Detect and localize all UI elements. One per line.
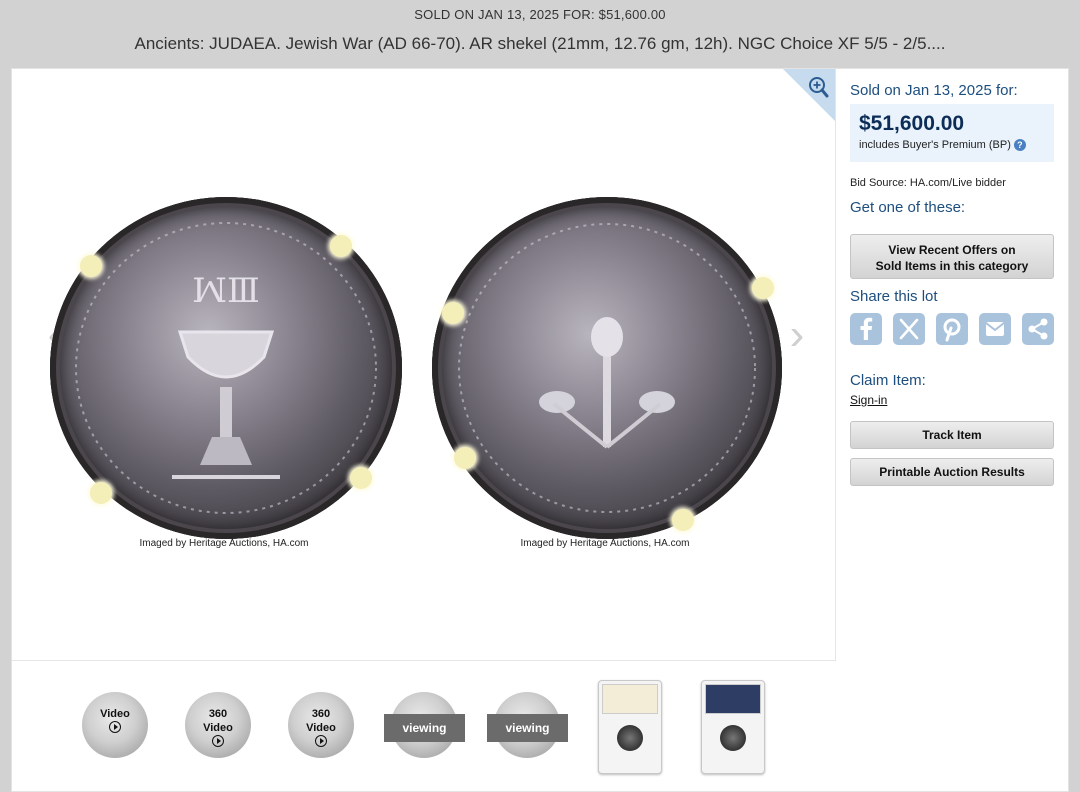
bid-source: Bid Source: HA.com/Live bidder: [850, 177, 1006, 189]
email-icon[interactable]: [979, 313, 1011, 345]
share-heading: Share this lot: [850, 288, 938, 305]
thumbnail-label-text: 360: [208, 708, 228, 720]
zoom-in-icon[interactable]: [783, 69, 835, 121]
facebook-icon[interactable]: [850, 313, 882, 345]
slab-coin: [720, 725, 746, 751]
sidebar: Sold on Jan 13, 2025 for: $51,600.00 inc…: [850, 69, 1054, 792]
share-icon[interactable]: [1022, 313, 1054, 345]
image-credit: Imaged by Heritage Auctions, HA.com: [520, 538, 690, 549]
coin-reverse-image[interactable]: [432, 197, 782, 539]
share-icons: [850, 313, 1054, 347]
slab-label: [602, 684, 658, 714]
thumbnail-slab-back[interactable]: [701, 680, 765, 774]
thumbnail-label-text: Video: [203, 722, 233, 734]
thumbnail-strip: Video 360 Video 360 Video viewing viewin…: [12, 662, 836, 792]
play-icon: [315, 735, 327, 747]
coin-obverse-image[interactable]: ꟽⅢ: [50, 197, 402, 539]
get-one-heading: Get one of these:: [850, 199, 966, 216]
thumbnail-360-video[interactable]: 360 Video: [185, 692, 251, 758]
sold-on-label: Sold on Jan 13, 2025 for:: [850, 82, 1018, 99]
button-label-line: Sold Items in this category: [875, 259, 1029, 273]
image-viewer: ‹ › ꟽⅢ: [12, 69, 836, 661]
thumbnail-label-text: 360: [311, 708, 331, 720]
sold-price: $51,600.00: [859, 112, 965, 135]
thumbnail-video[interactable]: Video: [82, 692, 148, 758]
buyers-premium-note: includes Buyer's Premium (BP)?: [859, 139, 1026, 151]
thumbnail-label-text: Video: [100, 708, 130, 720]
sign-in-link[interactable]: Sign-in: [850, 393, 887, 407]
printable-auction-results-button[interactable]: Printable Auction Results: [850, 458, 1054, 486]
viewing-badge: viewing: [487, 714, 568, 742]
lot-panel: ‹ › ꟽⅢ: [11, 68, 1069, 792]
thumbnail-360-video[interactable]: 360 Video: [288, 692, 354, 758]
thumbnail-label: 360 Video: [185, 707, 251, 751]
svg-text:ꟽⅢ: ꟽⅢ: [192, 271, 260, 311]
view-recent-offers-button[interactable]: View Recent Offers on Sold Items in this…: [850, 234, 1054, 279]
slab-label: [705, 684, 761, 714]
image-credit: Imaged by Heritage Auctions, HA.com: [139, 538, 309, 549]
buyers-premium-text: includes Buyer's Premium (BP): [859, 139, 1011, 151]
track-item-button[interactable]: Track Item: [850, 421, 1054, 449]
top-banner: SOLD ON JAN 13, 2025 FOR: $51,600.00 Anc…: [0, 0, 1080, 68]
viewing-badge: viewing: [384, 714, 465, 742]
chevron-right-icon[interactable]: ›: [782, 313, 812, 357]
lot-title: Ancients: JUDAEA. Jewish War (AD 66-70).…: [134, 34, 946, 53]
price-box: $51,600.00 includes Buyer's Premium (BP)…: [850, 104, 1054, 162]
help-icon[interactable]: ?: [1013, 139, 1026, 151]
pinterest-icon[interactable]: [936, 313, 968, 345]
thumbnail-label: Video: [82, 707, 148, 737]
sold-summary: SOLD ON JAN 13, 2025 FOR: $51,600.00: [414, 7, 666, 22]
thumbnail-label: 360 Video: [288, 707, 354, 751]
play-icon: [212, 735, 224, 747]
play-icon: [109, 721, 121, 733]
button-label-line: View Recent Offers on: [888, 243, 1016, 257]
claim-item-heading: Claim Item:: [850, 372, 926, 389]
thumbnail-slab-front[interactable]: [598, 680, 662, 774]
thumbnail-label-text: Video: [306, 722, 336, 734]
x-icon[interactable]: [893, 313, 925, 345]
slab-coin: [617, 725, 643, 751]
